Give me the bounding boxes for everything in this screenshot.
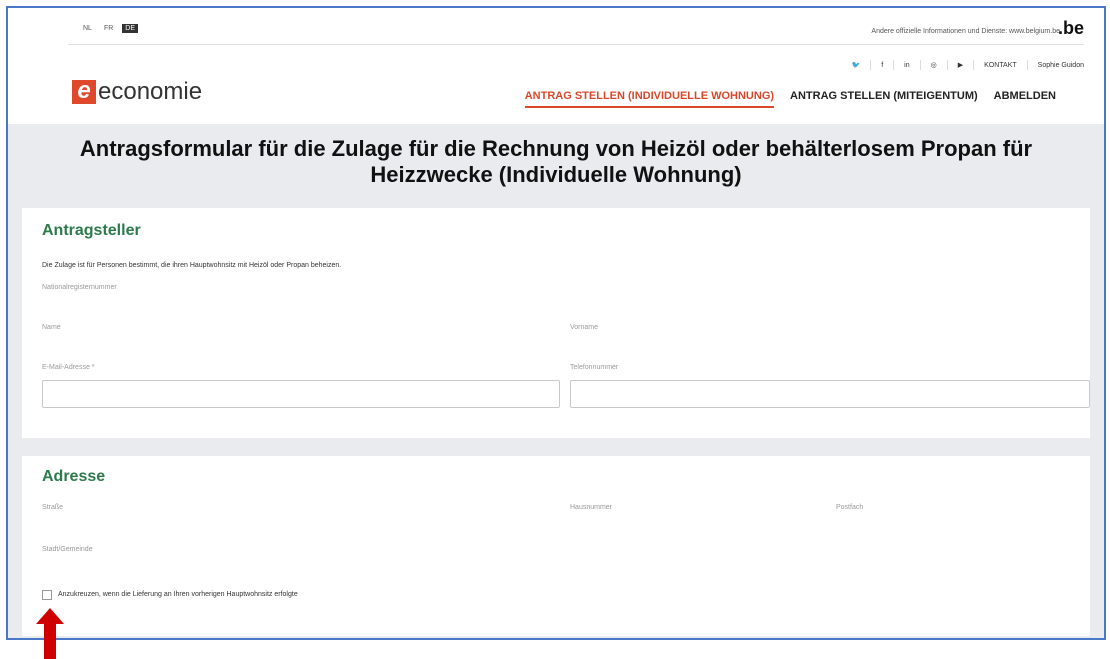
name-label: Name xyxy=(42,324,61,331)
nav-miteigentum[interactable]: ANTRAG STELLEN (MITEIGENTUM) xyxy=(790,90,978,108)
twitter-icon[interactable]: 🐦 xyxy=(852,61,861,69)
separator xyxy=(870,60,872,70)
section-title-antragsteller: Antragsteller xyxy=(42,222,141,239)
email-field[interactable] xyxy=(42,380,560,408)
economie-logo-text: economie xyxy=(98,78,203,105)
nav-individual[interactable]: ANTRAG STELLEN (INDIVIDUELLE WOHNUNG) xyxy=(524,90,775,108)
vorname-label: Vorname xyxy=(570,324,599,331)
lang-nl[interactable]: NL xyxy=(80,24,95,33)
stadt-label: Stadt/Gemeinde xyxy=(42,546,93,553)
section-antragsteller: Antragsteller Die Zulage ist für Persone… xyxy=(22,208,1090,438)
language-switcher: NL FR DE xyxy=(80,24,139,33)
national-register-label: Nationalregisternummer xyxy=(42,284,117,291)
email-label: E-Mail-Adresse * xyxy=(42,364,95,371)
page-title: Antragsformular für die Zulage für die R… xyxy=(79,136,1033,187)
divider xyxy=(68,44,1084,45)
section-title-adresse: Adresse xyxy=(42,468,106,485)
linkedin-icon[interactable]: in xyxy=(904,62,909,69)
separator xyxy=(1026,60,1028,70)
official-info-link[interactable]: Andere offizielle Informationen und Dien… xyxy=(871,28,1060,35)
arrow-shape xyxy=(36,608,64,659)
economie-logo[interactable]: e economie xyxy=(72,78,202,106)
strasse-label: Straße xyxy=(42,504,64,511)
belgium-logo[interactable]: .be xyxy=(1058,18,1084,39)
user-name[interactable]: Sophie Guidon xyxy=(1038,62,1084,69)
red-arrow-annotation xyxy=(36,608,64,659)
main-nav: ANTRAG STELLEN (INDIVIDUELLE WOHNUNG) AN… xyxy=(524,90,1056,108)
lang-de[interactable]: DE xyxy=(122,24,139,33)
section-info: Die Zulage ist für Personen bestimmt, di… xyxy=(42,262,342,269)
header: NL FR DE Andere offizielle Informationen… xyxy=(8,8,1104,126)
separator xyxy=(973,60,975,70)
separator xyxy=(919,60,921,70)
youtube-icon[interactable]: ▶ xyxy=(958,61,963,69)
telefon-label: Telefonnummer xyxy=(570,364,619,371)
instagram-icon[interactable]: ◎ xyxy=(931,61,937,69)
hausnummer-label: Hausnummer xyxy=(570,504,613,511)
previous-address-label: Anzukreuzen, wenn die Lieferung an Ihren… xyxy=(58,591,298,598)
section-adresse: Adresse Straße Hausnummer Postfach Stadt… xyxy=(22,456,1090,636)
kontakt-link[interactable]: KONTAKT xyxy=(984,62,1017,69)
economie-logo-mark: e xyxy=(72,79,96,104)
social-links: 🐦 f in ◎ ▶ KONTAKT Sophie Guidon xyxy=(852,60,1084,70)
lang-fr[interactable]: FR xyxy=(101,24,116,33)
separator xyxy=(893,60,895,70)
facebook-icon[interactable]: f xyxy=(881,62,883,69)
previous-address-checkbox[interactable] xyxy=(42,590,52,600)
nav-abmelden[interactable]: ABMELDEN xyxy=(994,90,1056,108)
telefon-field[interactable] xyxy=(570,380,1090,408)
postfach-label: Postfach xyxy=(836,504,864,511)
separator xyxy=(946,60,948,70)
browser-frame: NL FR DE Andere offizielle Informationen… xyxy=(6,6,1106,640)
